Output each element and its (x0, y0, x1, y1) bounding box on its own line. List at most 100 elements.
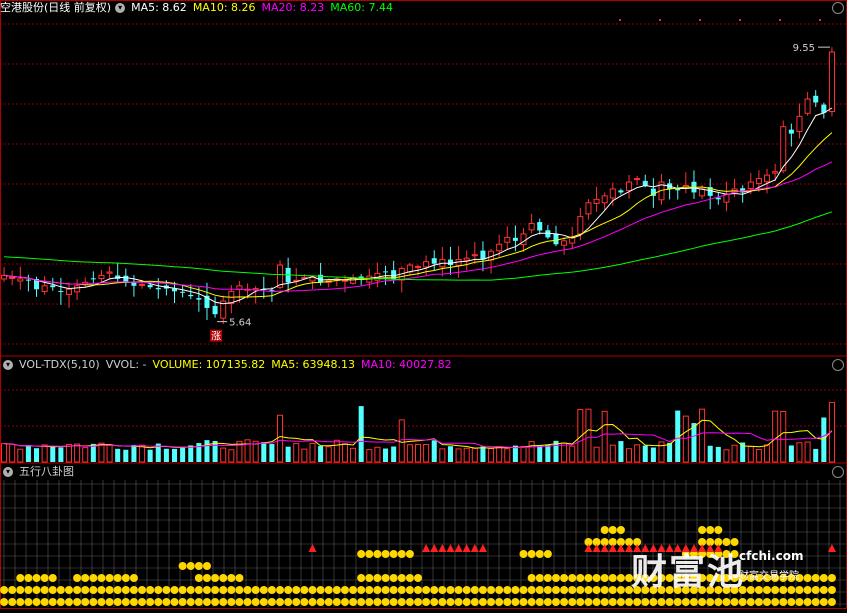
volume-bar (58, 447, 64, 462)
signal-dot (381, 598, 390, 606)
ma-legend-item: MA10: 8.26 (192, 1, 256, 14)
signal-dot (8, 598, 17, 606)
signal-dot (16, 574, 25, 582)
candle-body (528, 223, 535, 231)
candle-body (383, 271, 389, 273)
candle-body (585, 202, 592, 215)
volume-bar (455, 448, 462, 463)
signal-dot (600, 526, 609, 534)
volume-bar (585, 408, 592, 463)
dropdown-icon[interactable]: ▾ (3, 467, 13, 477)
signal-dot (308, 598, 317, 606)
stock-chart-window[interactable]: 9.55 5.64 涨 空港股份(日线 前复权) ▾ MA5: 8.62 MA10: 8.… (0, 0, 847, 609)
dropdown-icon[interactable]: ▾ (3, 360, 13, 370)
signal-dot (235, 586, 244, 594)
volume-bar (41, 444, 48, 463)
volume-bar (707, 445, 713, 462)
signal-dot (381, 550, 390, 558)
volume-bar (406, 444, 413, 463)
candle-body (626, 181, 633, 191)
volume-bar (277, 414, 284, 463)
signal-dot (633, 598, 642, 606)
signal-dot (48, 598, 57, 606)
volume-bar (9, 443, 16, 463)
chart-canvas[interactable]: 9.55 5.64 涨 (0, 0, 847, 609)
signal-dot (592, 574, 601, 582)
candle-body (65, 288, 73, 295)
signal-dot (608, 526, 617, 534)
volume-bar (813, 448, 819, 462)
signal-dot (592, 586, 601, 594)
signal-dot (97, 598, 106, 606)
candle-body (618, 190, 624, 193)
candle-body (642, 180, 648, 186)
signal-dot (397, 598, 406, 606)
signal-dot (373, 586, 382, 594)
signal-dot (357, 550, 366, 558)
candle-body (74, 285, 81, 293)
signal-dot (470, 586, 479, 594)
signal-dot (194, 562, 203, 570)
stock-name: 空港股份 (0, 1, 44, 14)
signal-dot (730, 598, 739, 606)
volume-bar (463, 447, 470, 463)
signal-dot (194, 586, 203, 594)
signal-dot (113, 574, 122, 582)
signal-dot (592, 598, 601, 606)
volume-bar (65, 444, 73, 463)
signal-dot (194, 598, 203, 606)
signal-dot (129, 586, 138, 594)
signal-dot (397, 574, 406, 582)
signal-dot (641, 598, 650, 606)
signal-indicator-name: 五行八卦图 (19, 465, 74, 478)
candle-body (772, 171, 779, 174)
signal-dot (405, 586, 414, 594)
signal-dot (146, 586, 155, 594)
panel-options-icon[interactable] (832, 466, 844, 478)
price-header: 空港股份(日线 前复权) ▾ MA5: 8.62 MA10: 8.26 MA20: 8.… (0, 0, 405, 16)
candle-body (196, 298, 202, 300)
signal-dot (300, 598, 309, 606)
dropdown-icon[interactable]: ▾ (115, 3, 126, 13)
panel-options-icon[interactable] (832, 2, 844, 14)
volume-bar (285, 446, 291, 462)
signal-dot (754, 598, 763, 606)
signal-dot (316, 598, 325, 606)
signal-dot (340, 586, 349, 594)
signal-dot (746, 598, 755, 606)
signal-dot (276, 598, 285, 606)
signal-dot (40, 574, 49, 582)
volume-bar (747, 446, 754, 463)
signal-triangle (600, 544, 609, 552)
volume-bar (180, 446, 186, 462)
signal-dot (738, 598, 747, 606)
vol-ma5-value: MA5: 63948.13 (271, 358, 355, 371)
signal-triangle (584, 544, 593, 552)
signal-dot (154, 598, 163, 606)
volume-bar (123, 449, 129, 462)
marker-dot (819, 19, 821, 21)
signal-dot (316, 586, 325, 594)
volume-bar (642, 445, 648, 462)
signal-dot (608, 586, 617, 594)
volume-bar (1, 443, 8, 463)
panel-options-icon[interactable] (832, 359, 844, 371)
signal-dot (551, 574, 560, 582)
signal-dot (349, 586, 358, 594)
signal-dot (202, 598, 211, 606)
volume-bar (269, 444, 275, 462)
signal-dot (349, 598, 358, 606)
signal-dot (706, 526, 715, 534)
signal-dot (16, 586, 25, 594)
signal-dot (194, 574, 203, 582)
signal-dot (511, 598, 520, 606)
candle-body (25, 279, 31, 281)
volume-bar (398, 419, 405, 463)
candle-body (41, 285, 48, 292)
signal-dot (527, 574, 536, 582)
marker-dot (619, 19, 621, 21)
signal-dot (276, 586, 285, 594)
signal-dot (0, 598, 9, 606)
vol-ma10-value: MA10: 40027.82 (360, 358, 452, 371)
signal-dot (787, 598, 796, 606)
